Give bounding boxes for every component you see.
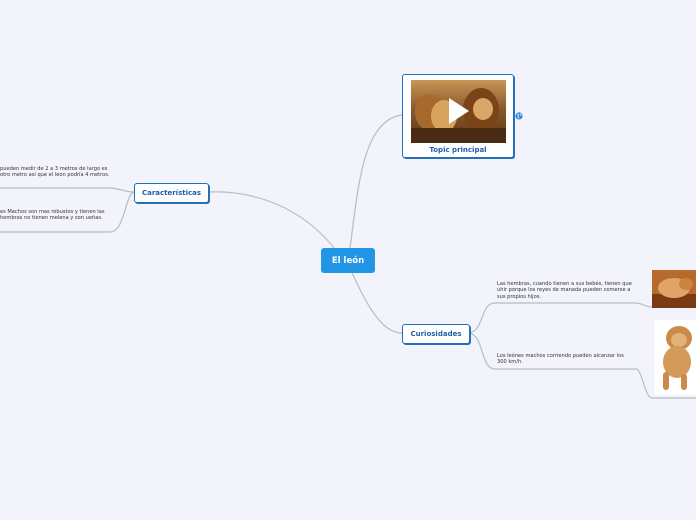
connector-central-caracteristicas xyxy=(207,191,335,249)
central-topic-label: El león xyxy=(331,255,365,266)
note-caracteristicas-size: pueden medir de 2 a 3 metros de largo es… xyxy=(0,166,110,179)
lion-cub-photo[interactable] xyxy=(655,320,696,395)
note-caracteristicas-males: es Machos son mas robustos y tienen las … xyxy=(0,209,105,222)
globe-icon[interactable] xyxy=(515,112,523,120)
lion-video-thumbnail[interactable] xyxy=(410,80,506,143)
main-topic-node[interactable]: Topic principal xyxy=(402,74,514,158)
connector-central-curiosidades xyxy=(351,272,403,334)
central-topic[interactable]: El león xyxy=(321,248,375,273)
topic-curiosidades-label: Curiosidades xyxy=(410,330,462,338)
connector-car-note1 xyxy=(0,187,135,193)
lioness-photo[interactable] xyxy=(652,270,696,308)
connector-central-main xyxy=(349,114,403,249)
topic-curiosidades[interactable]: Curiosidades xyxy=(402,324,470,344)
main-topic-label: Topic principal xyxy=(429,146,487,154)
note-curiosidades-speed: Los leónes machos corriendo pueden alcan… xyxy=(497,353,624,366)
note-curiosidades-females: Las hembras, cuando tienen a sus bebés, … xyxy=(497,281,632,300)
connector-cur-note1 xyxy=(468,302,653,334)
play-icon[interactable] xyxy=(448,98,469,124)
topic-caracteristicas[interactable]: Características xyxy=(134,183,209,203)
topic-caracteristicas-label: Características xyxy=(141,189,202,197)
